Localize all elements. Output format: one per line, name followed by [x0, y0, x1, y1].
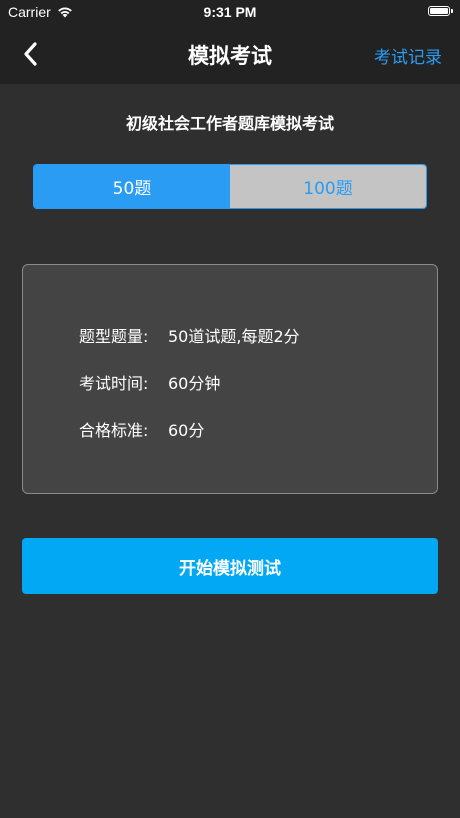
- exam-info-card: 题型题量: 50道试题,每题2分 考试时间: 60分钟 合格标准: 60分: [22, 264, 438, 494]
- back-button[interactable]: [18, 40, 46, 68]
- exam-record-link[interactable]: 考试记录: [374, 43, 442, 68]
- segment-50-questions[interactable]: 50题: [34, 165, 230, 208]
- segment-100-questions[interactable]: 100题: [230, 165, 426, 208]
- battery-icon: [428, 6, 453, 16]
- info-row-pass-standard: 合格标准: 60分: [79, 417, 204, 441]
- nav-bar: 模拟考试 考试记录: [0, 24, 460, 84]
- info-label: 题型题量:: [79, 327, 149, 346]
- info-label: 考试时间:: [79, 374, 149, 393]
- info-value: 60分钟: [168, 374, 221, 393]
- status-bar: Carrier 9:31 PM: [0, 0, 460, 24]
- info-value: 50道试题,每题2分: [168, 327, 300, 346]
- info-row-exam-time: 考试时间: 60分钟: [79, 370, 220, 394]
- info-row-question-type: 题型题量: 50道试题,每题2分: [79, 323, 300, 347]
- status-time: 9:31 PM: [203, 4, 257, 20]
- start-exam-button[interactable]: 开始模拟测试: [22, 538, 438, 594]
- screen: Carrier 9:31 PM 模拟考试 考试记录 初级社会工作者题库模拟考试 …: [0, 0, 460, 818]
- question-count-selector: 50题 100题: [33, 164, 427, 209]
- exam-subtitle: 初级社会工作者题库模拟考试: [125, 114, 334, 133]
- info-label: 合格标准:: [79, 421, 149, 440]
- back-chevron-icon: [24, 42, 37, 66]
- info-value: 60分: [168, 421, 205, 440]
